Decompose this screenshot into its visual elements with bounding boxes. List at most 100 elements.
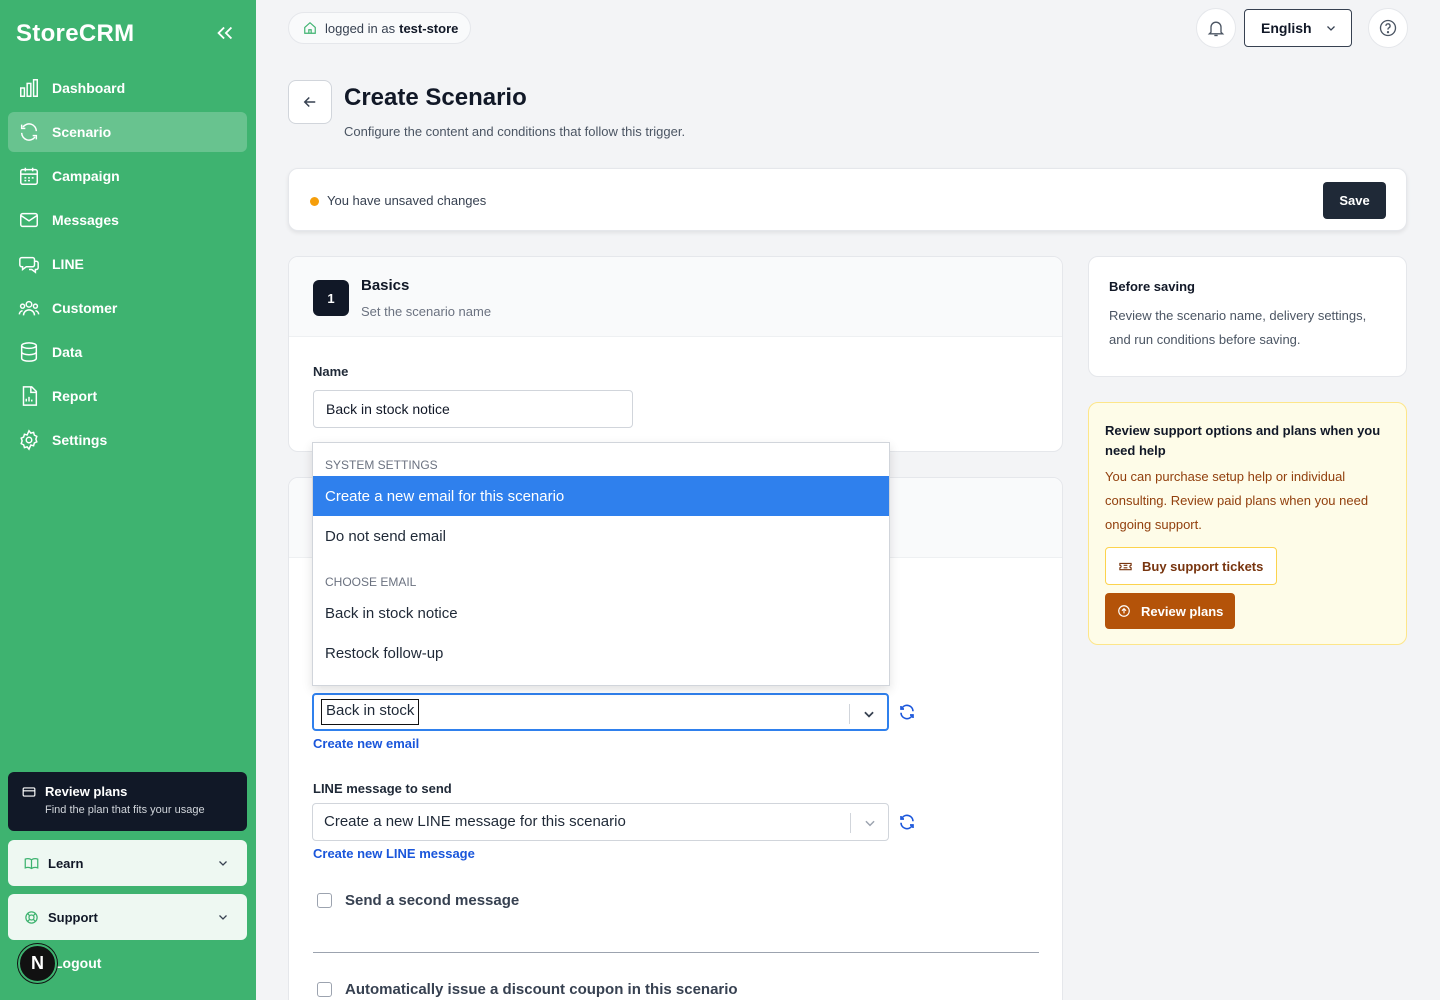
coupon-label: Automatically issue a discount coupon in… <box>345 981 738 998</box>
help-button[interactable] <box>1368 8 1408 48</box>
help-title: Review support options and plans when yo… <box>1105 423 1381 458</box>
create-new-line-link[interactable]: Create new LINE message <box>313 846 475 861</box>
back-button[interactable] <box>288 80 332 124</box>
page-description: Configure the content and conditions tha… <box>344 124 686 139</box>
review-plans-promo[interactable]: Review plans Find the plan that fits you… <box>8 772 247 831</box>
sidebar-item-label: Messages <box>52 212 119 228</box>
chevron-down-icon <box>219 861 227 866</box>
name-input[interactable]: Back in stock notice <box>313 390 633 428</box>
sidebar: StoreCRM Dashboard Scenario Campaign Mes… <box>0 0 256 1000</box>
menu-group-label: CHOOSE EMAIL <box>325 575 417 589</box>
basics-header: 1 Basics Set the scenario name <box>289 257 1062 337</box>
brand-logo: StoreCRM <box>16 20 135 47</box>
line-message-select[interactable]: Create a new LINE message for this scena… <box>312 803 889 841</box>
arrow-up-circle-icon <box>1118 605 1130 617</box>
sidebar-item-label: Campaign <box>52 168 120 184</box>
second-message-checkbox[interactable]: Send a second message <box>317 892 519 909</box>
sidebar-item-label: Settings <box>52 432 108 448</box>
notifications-button[interactable] <box>1196 8 1236 48</box>
sidebar-item-scenario[interactable]: Scenario <box>8 112 247 152</box>
menu-option[interactable]: Do not send email <box>313 516 889 556</box>
checkbox[interactable] <box>317 982 332 997</box>
users-icon <box>18 300 40 316</box>
email-select-input[interactable]: Back in stock <box>321 699 420 725</box>
learn-expander[interactable]: Learn <box>8 840 247 886</box>
sidebar-item-customer[interactable]: Customer <box>8 288 247 328</box>
file-chart-icon <box>22 386 38 406</box>
learn-label: Learn <box>48 855 84 871</box>
coupon-checkbox[interactable]: Automatically issue a discount coupon in… <box>317 981 738 998</box>
menu-option[interactable]: Back in stock notice <box>313 593 889 633</box>
calendar-icon <box>20 167 38 185</box>
status-dot <box>310 197 319 206</box>
language-select[interactable]: English <box>1244 9 1352 47</box>
arrow-left-icon <box>303 96 316 108</box>
chevron-down-icon <box>1327 26 1335 31</box>
gear-icon <box>20 429 38 451</box>
sidebar-item-campaign[interactable]: Campaign <box>8 156 247 196</box>
name-label: Name <box>313 364 349 379</box>
support-expander[interactable]: Support <box>8 894 247 940</box>
database-icon <box>20 342 38 362</box>
home-icon <box>304 21 316 34</box>
review-plans-button[interactable]: Review plans <box>1105 593 1235 629</box>
menu-option[interactable]: Restock follow-up <box>313 633 889 673</box>
sidebar-item-label: LINE <box>52 256 84 272</box>
menu-option[interactable]: Create a new email for this scenario <box>313 476 889 516</box>
buy-support-tickets-button[interactable]: Buy support tickets <box>1105 547 1277 585</box>
unsaved-text: You have unsaved changes <box>327 193 487 208</box>
before-saving-title: Before saving <box>1109 279 1195 294</box>
chevron-down-icon <box>219 915 227 920</box>
second-message-label: Send a second message <box>345 892 520 909</box>
refresh-icon <box>20 123 38 141</box>
lifebuoy-icon <box>25 910 38 924</box>
support-label: Support <box>48 909 98 925</box>
promo-title: Review plans <box>45 784 128 799</box>
email-select-menu: SYSTEM SETTINGS Create a new email for t… <box>312 442 890 686</box>
refresh-email-icon[interactable] <box>898 703 916 721</box>
language-value: English <box>1261 20 1312 36</box>
store-indicator: logged in as test-store <box>288 12 472 44</box>
avatar[interactable]: N <box>18 944 57 983</box>
step-subtitle: Set the scenario name <box>361 304 492 319</box>
ticket-icon <box>1119 562 1132 570</box>
menu-group-label: SYSTEM SETTINGS <box>325 458 438 472</box>
bar-chart-icon <box>20 79 38 97</box>
sidebar-item-report[interactable]: Report <box>8 376 247 416</box>
support-options-card: Review support options and plans when yo… <box>1088 402 1407 645</box>
select-separator <box>849 704 850 724</box>
logout-link[interactable]: Logout <box>54 955 101 971</box>
divider <box>313 952 1039 953</box>
sidebar-item-data[interactable]: Data <box>8 332 247 372</box>
sidebar-item-label: Scenario <box>52 124 112 140</box>
sidebar-item-label: Data <box>52 344 83 360</box>
bell-icon <box>1207 21 1225 37</box>
line-label: LINE message to send <box>313 781 452 796</box>
sidebar-item-settings[interactable]: Settings <box>8 420 247 460</box>
save-button[interactable]: Save <box>1323 182 1386 219</box>
email-select[interactable]: Back in stock <box>312 693 889 731</box>
collapse-sidebar-icon[interactable] <box>214 22 236 44</box>
sidebar-item-messages[interactable]: Messages <box>8 200 247 240</box>
help-text: You can purchase setup help or individua… <box>1105 469 1369 532</box>
sidebar-item-dashboard[interactable]: Dashboard <box>8 68 247 108</box>
chevron-down-icon <box>865 820 875 827</box>
basics-card: 1 Basics Set the scenario name Name Back… <box>288 256 1063 452</box>
sidebar-item-line[interactable]: LINE <box>8 244 247 284</box>
step-title: Basics <box>361 277 410 294</box>
chevron-down-icon <box>864 711 874 718</box>
logged-in-prefix: logged in as <box>325 20 396 36</box>
create-new-email-link[interactable]: Create new email <box>313 736 419 751</box>
refresh-line-icon[interactable] <box>898 813 916 831</box>
promo-subtitle: Find the plan that fits your usage <box>45 804 205 816</box>
unsaved-changes-bar: You have unsaved changes Save <box>288 168 1407 231</box>
before-saving-card: Before saving Review the scenario name, … <box>1088 256 1407 377</box>
step-number: 1 <box>313 280 349 316</box>
chat-icon <box>19 256 39 274</box>
checkbox[interactable] <box>317 893 332 908</box>
plans-label: Review plans <box>1141 603 1224 619</box>
sidebar-item-label: Dashboard <box>52 80 126 96</box>
mail-icon <box>20 212 38 228</box>
help-circle-icon <box>1379 19 1397 37</box>
book-icon <box>24 857 39 869</box>
